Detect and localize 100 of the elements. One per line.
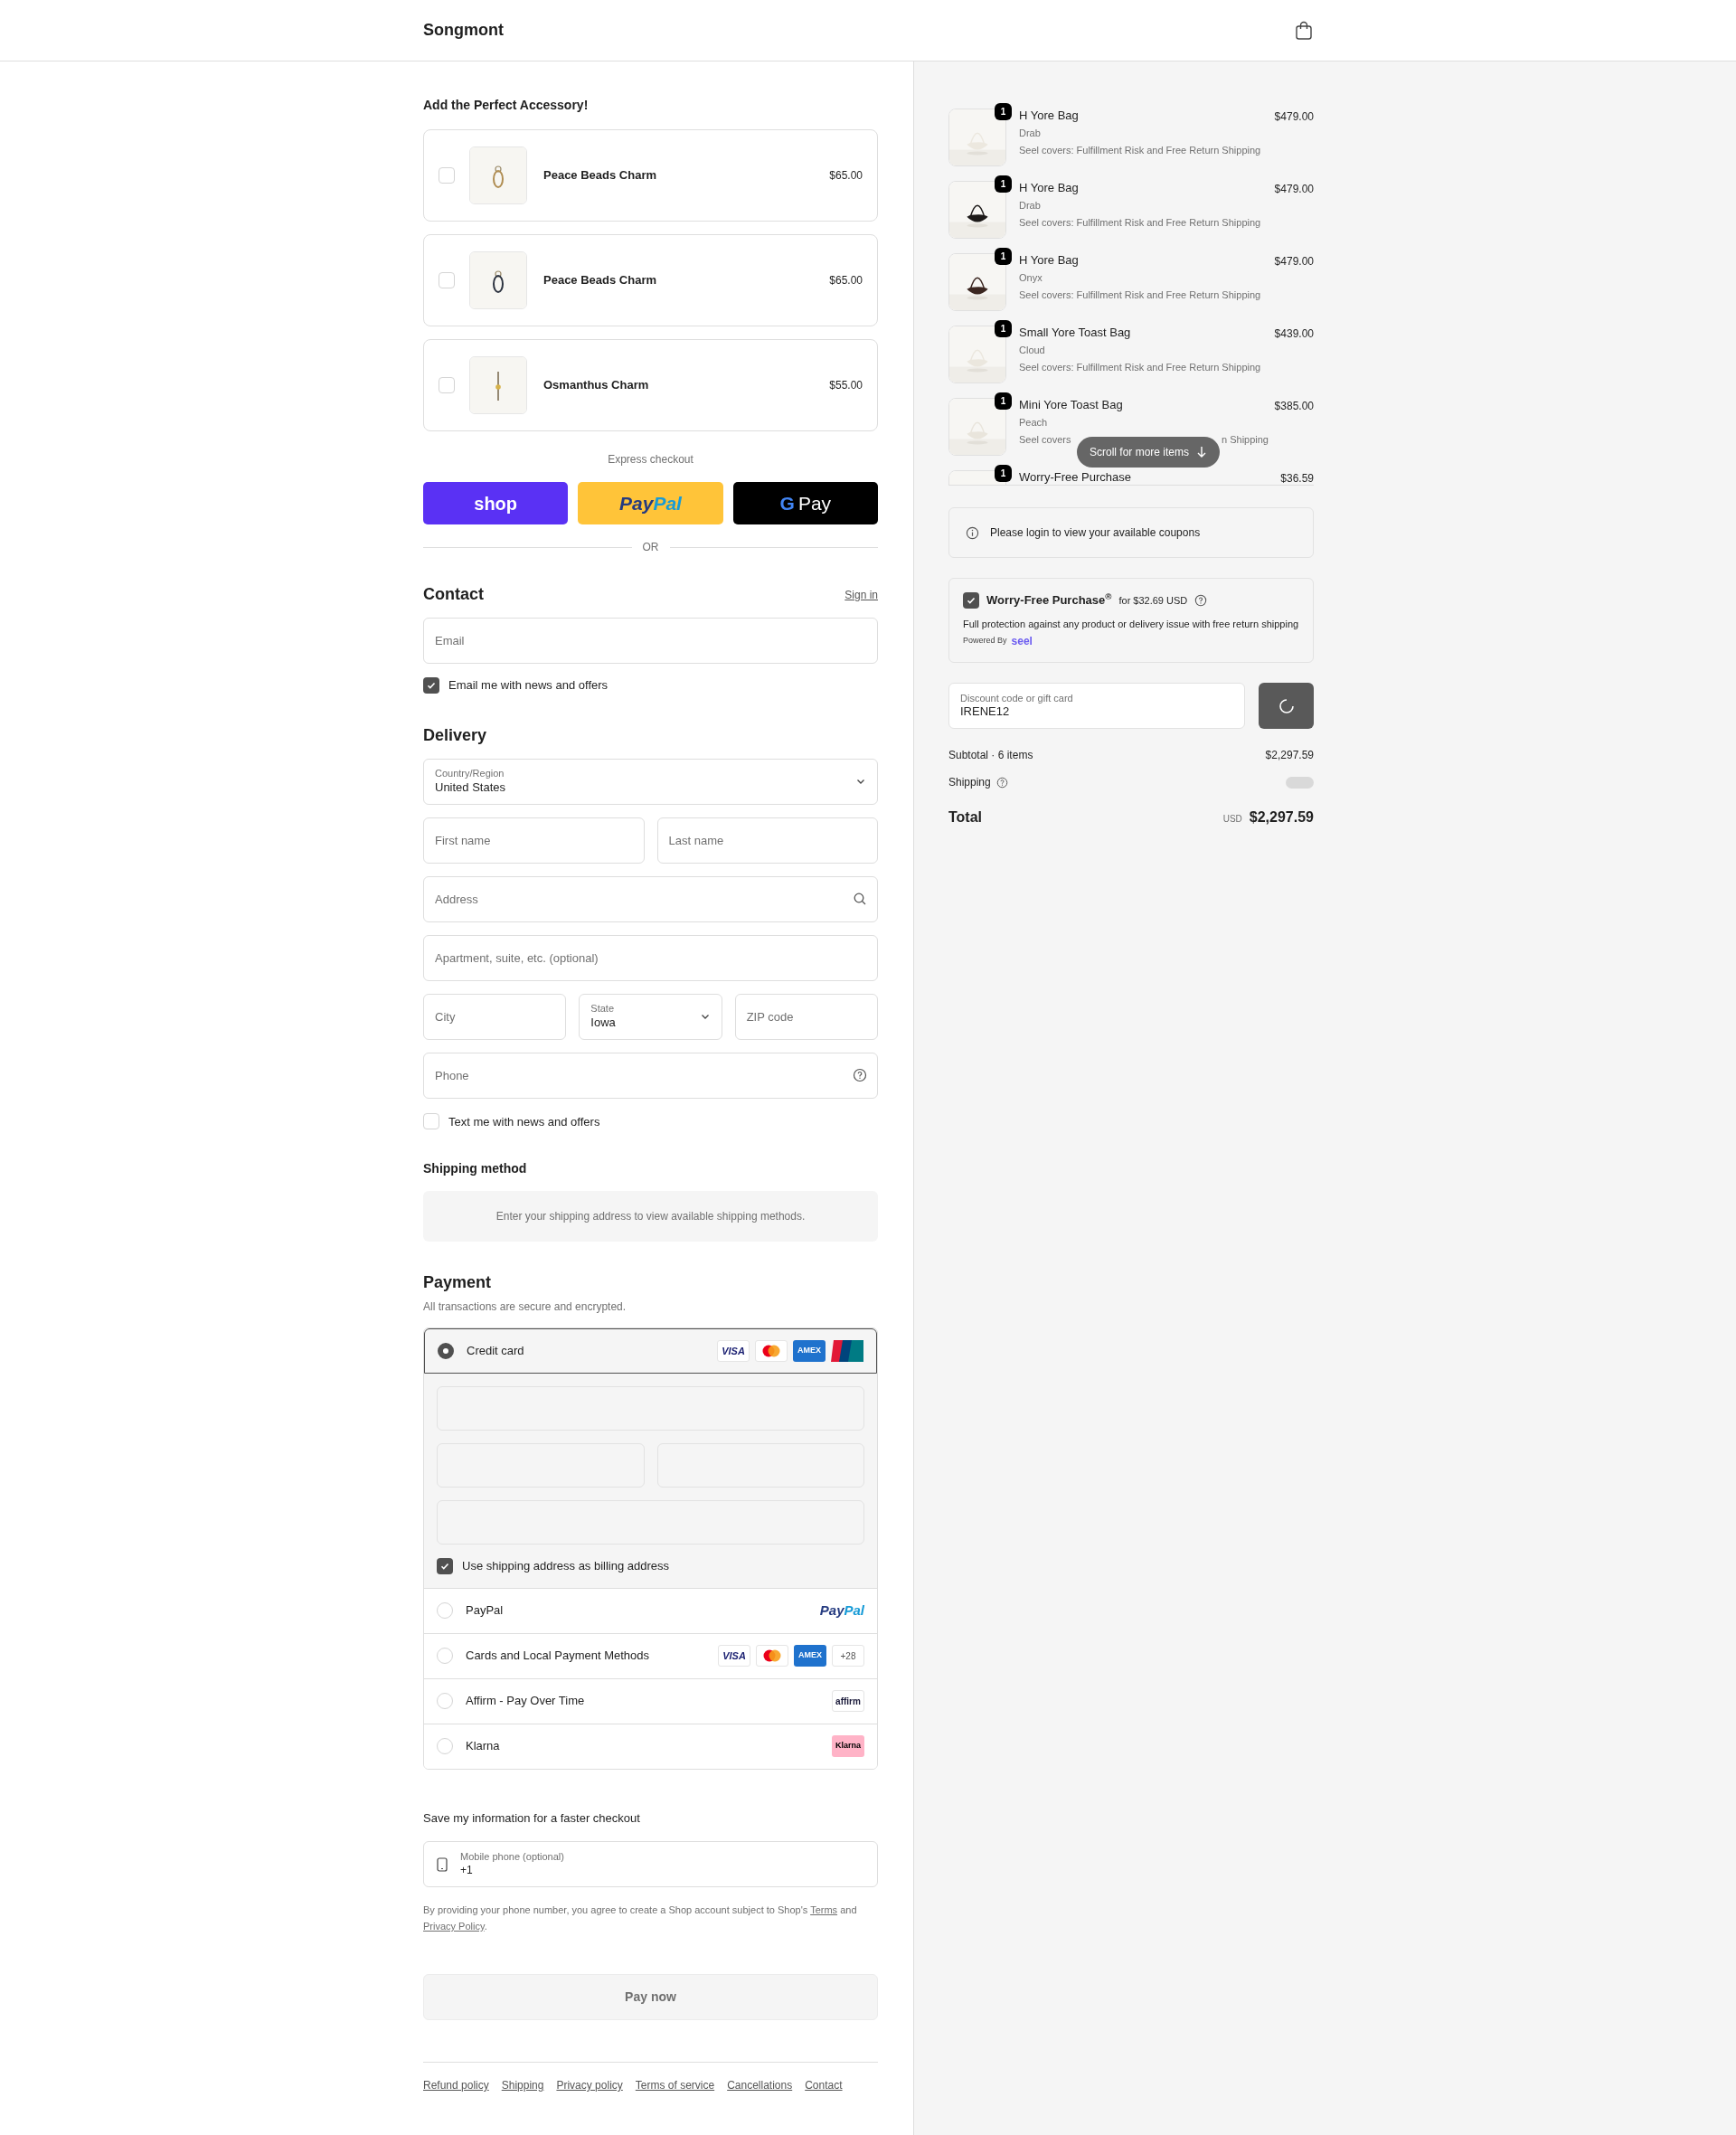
item-price: $479.00 (1274, 254, 1314, 269)
section-title: Add the Perfect Accessory! (423, 97, 590, 114)
country-select[interactable]: Country/Region United States (423, 758, 878, 805)
radio-button[interactable] (438, 1343, 454, 1359)
quantity-badge: 1 (995, 103, 1012, 120)
payment-option[interactable]: Klarna Klarna (424, 1723, 877, 1769)
total-value: $2,297.59 (1249, 808, 1314, 827)
product-name: Peace Beads Charm (543, 167, 657, 184)
privacy-policy-link[interactable]: Privacy Policy (423, 1921, 485, 1932)
item-name: H Yore Bag (1019, 109, 1080, 124)
checkbox[interactable] (437, 1557, 453, 1574)
save-info-title: Save my information for a faster checkout (423, 1809, 641, 1827)
product-price: $65.00 (829, 168, 863, 184)
last-name-field[interactable]: Last name (656, 817, 878, 864)
footer-link[interactable]: Terms of service (635, 2077, 715, 2093)
product-price: $55.00 (829, 378, 863, 393)
item-note: Seel covers: Fulfillment Risk and Free Return Shipping (1019, 145, 1262, 157)
mobile-phone-field[interactable]: Mobile phone (optional) +1 (423, 1841, 878, 1887)
phone-disclaimer: By providing your phone number, you agree to create a Shop account subject to Shop's Terms and Privacy Policy. (423, 1904, 858, 1933)
phone-field[interactable]: Phone (423, 1052, 878, 1099)
shipping-notice: Enter your shipping address to view available shipping methods. (423, 1191, 878, 1242)
checkbox[interactable] (963, 591, 979, 609)
item-price: $479.00 (1274, 182, 1314, 197)
google-pay-button[interactable]: G Pay (732, 482, 878, 524)
card-logo: Klarna (832, 1735, 864, 1757)
item-variant: Onyx (1019, 272, 1043, 285)
shop-pay-button[interactable]: shop (423, 482, 569, 524)
state-select[interactable]: State Iowa (579, 993, 722, 1040)
footer-link[interactable]: Refund policy (423, 2077, 489, 2093)
quantity-badge: 1 (995, 465, 1012, 482)
item-note: Seel covers (1019, 434, 1071, 447)
paypal-button[interactable]: PayPal (578, 482, 723, 524)
mastercard-icon (756, 1645, 788, 1667)
item-note: Seel covers: Fulfillment Risk and Free Return Shipping (1019, 289, 1262, 302)
section-title: Contact (423, 584, 484, 605)
total-label: Total (948, 808, 983, 827)
item-price: $385.00 (1274, 399, 1314, 414)
coupons-message: Please login to view your available coupons (990, 525, 1201, 541)
card-logo: VISA (717, 1340, 750, 1362)
card-logo-icon (831, 1340, 863, 1362)
quantity-badge: 1 (995, 320, 1012, 337)
zip-code-field[interactable]: ZIP code (734, 993, 878, 1040)
footer-link[interactable]: Cancellations (727, 2077, 793, 2093)
shopping-bag-icon[interactable] (1295, 20, 1313, 41)
more-cards-count: +28 (832, 1645, 864, 1667)
checkbox[interactable] (423, 676, 439, 694)
checkbox-label: Text me with news and offers (448, 1113, 600, 1130)
scroll-hint-pill[interactable]: Scroll for more items (1077, 437, 1221, 468)
protection-description: Full protection against any product or delivery issue with free return shipping (963, 617, 1299, 631)
help-icon[interactable] (995, 776, 1008, 789)
arrow-down-icon (1196, 446, 1208, 458)
checkbox[interactable] (439, 272, 455, 288)
item-variant: Cloud (1019, 345, 1046, 357)
card-logo: affirm (832, 1690, 864, 1712)
item-note: Seel covers: Fulfillment Risk and Free Return Shipping (1019, 362, 1262, 374)
apartment-field[interactable]: Apartment, suite, etc. (optional) (423, 934, 878, 981)
checkbox[interactable] (423, 1113, 439, 1130)
shipping-label: Shipping (948, 775, 991, 790)
footer-link[interactable]: Privacy policy (556, 2077, 623, 2093)
or-divider-label: OR (642, 540, 659, 555)
item-price: $439.00 (1274, 326, 1314, 342)
checkbox[interactable] (439, 167, 455, 184)
footer-link[interactable]: Contact (805, 2077, 843, 2093)
payment-option[interactable]: Credit card VISA AMEX (424, 1328, 877, 1374)
product-name: Osmanthus Charm (543, 377, 650, 394)
first-name-field[interactable]: First name (423, 817, 645, 864)
checkbox-label: Use shipping address as billing address (462, 1558, 670, 1574)
item-name: Small Yore Toast Bag (1019, 326, 1132, 341)
email-field[interactable]: Email (423, 618, 878, 664)
section-title: Payment (423, 1272, 493, 1293)
mobile-phone-icon (437, 1856, 448, 1872)
help-icon[interactable] (1194, 593, 1208, 607)
checkbox[interactable] (439, 377, 455, 393)
terms-link[interactable]: Terms (810, 1904, 838, 1915)
protection-price: for $32.69 USD (1118, 593, 1188, 608)
item-variant: Drab (1019, 128, 1042, 140)
sign-in-link[interactable]: Sign in (844, 586, 878, 603)
section-subtitle: All transactions are secure and encrypted. (423, 1299, 627, 1315)
city-field[interactable]: City (423, 993, 567, 1040)
loading-placeholder (1286, 776, 1314, 789)
pay-now-button[interactable]: Pay now (423, 1974, 878, 2020)
address-field[interactable]: Address (423, 875, 878, 922)
subtotal-label: Subtotal · 6 items (948, 748, 1033, 763)
quantity-badge: 1 (995, 248, 1012, 265)
item-name: H Yore Bag (1019, 253, 1080, 269)
discount-code-field[interactable]: Discount code or gift card IRENE12 (948, 683, 1245, 729)
quantity-badge: 1 (995, 392, 1012, 410)
help-icon[interactable] (853, 1067, 867, 1082)
card-logo: AMEX (793, 1340, 826, 1362)
checkbox-label: Email me with news and offers (448, 677, 609, 694)
item-variant: Peach (1019, 417, 1049, 430)
apply-button[interactable] (1259, 683, 1314, 729)
product-name: Peace Beads Charm (543, 272, 657, 289)
search-icon (853, 891, 867, 906)
section-title: Delivery (423, 724, 488, 746)
item-price: $479.00 (1274, 109, 1314, 125)
mastercard-icon (755, 1340, 788, 1362)
footer-link[interactable]: Shipping (501, 2077, 544, 2093)
powered-by-label: Powered By (963, 635, 1007, 647)
store-logo[interactable]: Songmont (423, 18, 504, 43)
